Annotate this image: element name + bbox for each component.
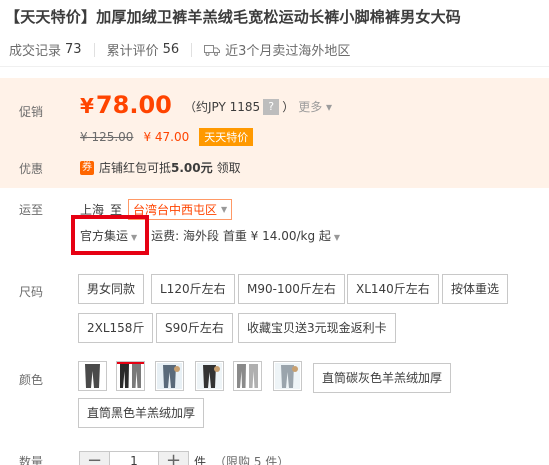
size-option[interactable]: 按体重选 — [442, 274, 509, 304]
reviews-label[interactable]: 累计评价 — [107, 40, 159, 59]
pants-thumbnail-icon — [237, 364, 258, 388]
color-option[interactable]: 直筒碳灰色羊羔绒加厚 — [313, 363, 452, 393]
chevron-down-icon: ▼ — [333, 233, 341, 242]
currency-symbol: ¥ — [80, 94, 94, 118]
chevron-down-icon: ▼ — [221, 205, 228, 214]
claim-coupon-link[interactable]: 领取 — [217, 159, 241, 176]
divider — [0, 66, 549, 67]
promo-label: 促销 — [19, 105, 44, 119]
size-option[interactable]: XL140斤左右 — [347, 274, 439, 304]
pants-thumbnail-icon — [197, 363, 222, 389]
coupon-text: 店铺红包可抵 — [99, 161, 172, 175]
color-swatch[interactable] — [155, 361, 184, 391]
color-swatch[interactable] — [233, 361, 262, 391]
product-title: 【天天特价】加厚加绒卫裤羊羔绒毛宽松运动长裤小脚棉裤男女大码 — [5, 8, 462, 26]
purchase-limit: （限购 5 件） — [214, 455, 290, 465]
color-swatch[interactable] — [116, 361, 145, 391]
pants-thumbnail-icon — [85, 364, 100, 388]
quantity-label: 数量 — [19, 455, 44, 465]
size-label: 尺码 — [19, 285, 44, 299]
color-swatch[interactable] — [195, 361, 224, 391]
original-price-row: ¥ 125.00 ¥ 47.00 天天特价 — [80, 128, 254, 146]
help-icon[interactable]: ? — [263, 98, 280, 115]
size-option[interactable]: 收藏宝贝送3元现金返利卡 — [238, 313, 396, 343]
coupon-icon: 券 — [80, 160, 94, 175]
original-price: ¥ 125.00 — [80, 130, 134, 144]
size-option[interactable]: 2XL158斤 — [78, 313, 154, 343]
truck-icon — [204, 44, 221, 56]
converted-price-close: ） — [282, 100, 295, 114]
quantity-row: 数量 − 1 + 件 （限购 5 件） — [0, 449, 549, 465]
product-stats: 成交记录 73 累计评价 56 近3个月卖过海外地区 — [9, 40, 350, 59]
quantity-input[interactable]: 1 — [110, 451, 158, 465]
quantity-unit: 件 — [194, 455, 207, 465]
divider — [93, 42, 95, 57]
color-swatch[interactable] — [273, 361, 302, 391]
shipping-fee-select[interactable]: 运费: 海外段 首重 ¥ 14.00/kg 起 ▼ — [151, 227, 340, 244]
highlight-box — [71, 215, 149, 255]
quantity-stepper: − 1 + — [79, 451, 189, 465]
coupon-amount: 5.00元 — [171, 161, 213, 175]
decrease-button[interactable]: − — [79, 451, 110, 465]
divider — [191, 42, 193, 57]
size-option[interactable]: M90-100斤左右 — [238, 274, 345, 304]
pants-thumbnail-icon — [157, 363, 182, 389]
promo-price: ¥78.00 — [80, 91, 172, 119]
discount-label: 优惠 — [19, 162, 44, 176]
increase-button[interactable]: + — [158, 451, 189, 465]
size-option[interactable]: 男女同款 — [78, 274, 145, 304]
converted-price: （约JPY 1185 ? ） 更多 ▾ — [184, 98, 332, 115]
color-label: 颜色 — [19, 373, 44, 387]
shipping-fee-text: 运费: 海外段 首重 ¥ 14.00/kg 起 — [151, 229, 331, 243]
price-amount: 78.00 — [95, 91, 172, 119]
shipping-note: 近3个月卖过海外地区 — [225, 44, 351, 59]
more-currencies-button[interactable]: 更多 ▾ — [298, 98, 332, 115]
price-panel: 促销 ¥78.00 （约JPY 1185 ? ） 更多 ▾ ¥ 125.00 ¥… — [0, 78, 549, 188]
color-option[interactable]: 直筒黑色羊羔绒加厚 — [78, 398, 205, 428]
size-option[interactable]: L120斤左右 — [151, 274, 235, 304]
sales-count[interactable]: 73 — [65, 42, 82, 57]
deal-price: ¥ 47.00 — [143, 130, 190, 144]
sales-label[interactable]: 成交记录 — [9, 40, 61, 59]
converted-price-text: （约JPY 1185 — [184, 100, 261, 114]
pants-thumbnail-icon — [275, 363, 300, 389]
reviews-count[interactable]: 56 — [163, 42, 180, 57]
size-option[interactable]: S90斤左右 — [156, 313, 233, 343]
daily-deal-badge: 天天特价 — [199, 128, 254, 146]
color-swatch[interactable] — [78, 361, 107, 391]
pants-thumbnail-icon — [117, 362, 144, 388]
coupon-row: 券 店铺红包可抵 5.00元 领取 — [80, 159, 241, 176]
ship-to-label: 运至 — [19, 203, 44, 217]
